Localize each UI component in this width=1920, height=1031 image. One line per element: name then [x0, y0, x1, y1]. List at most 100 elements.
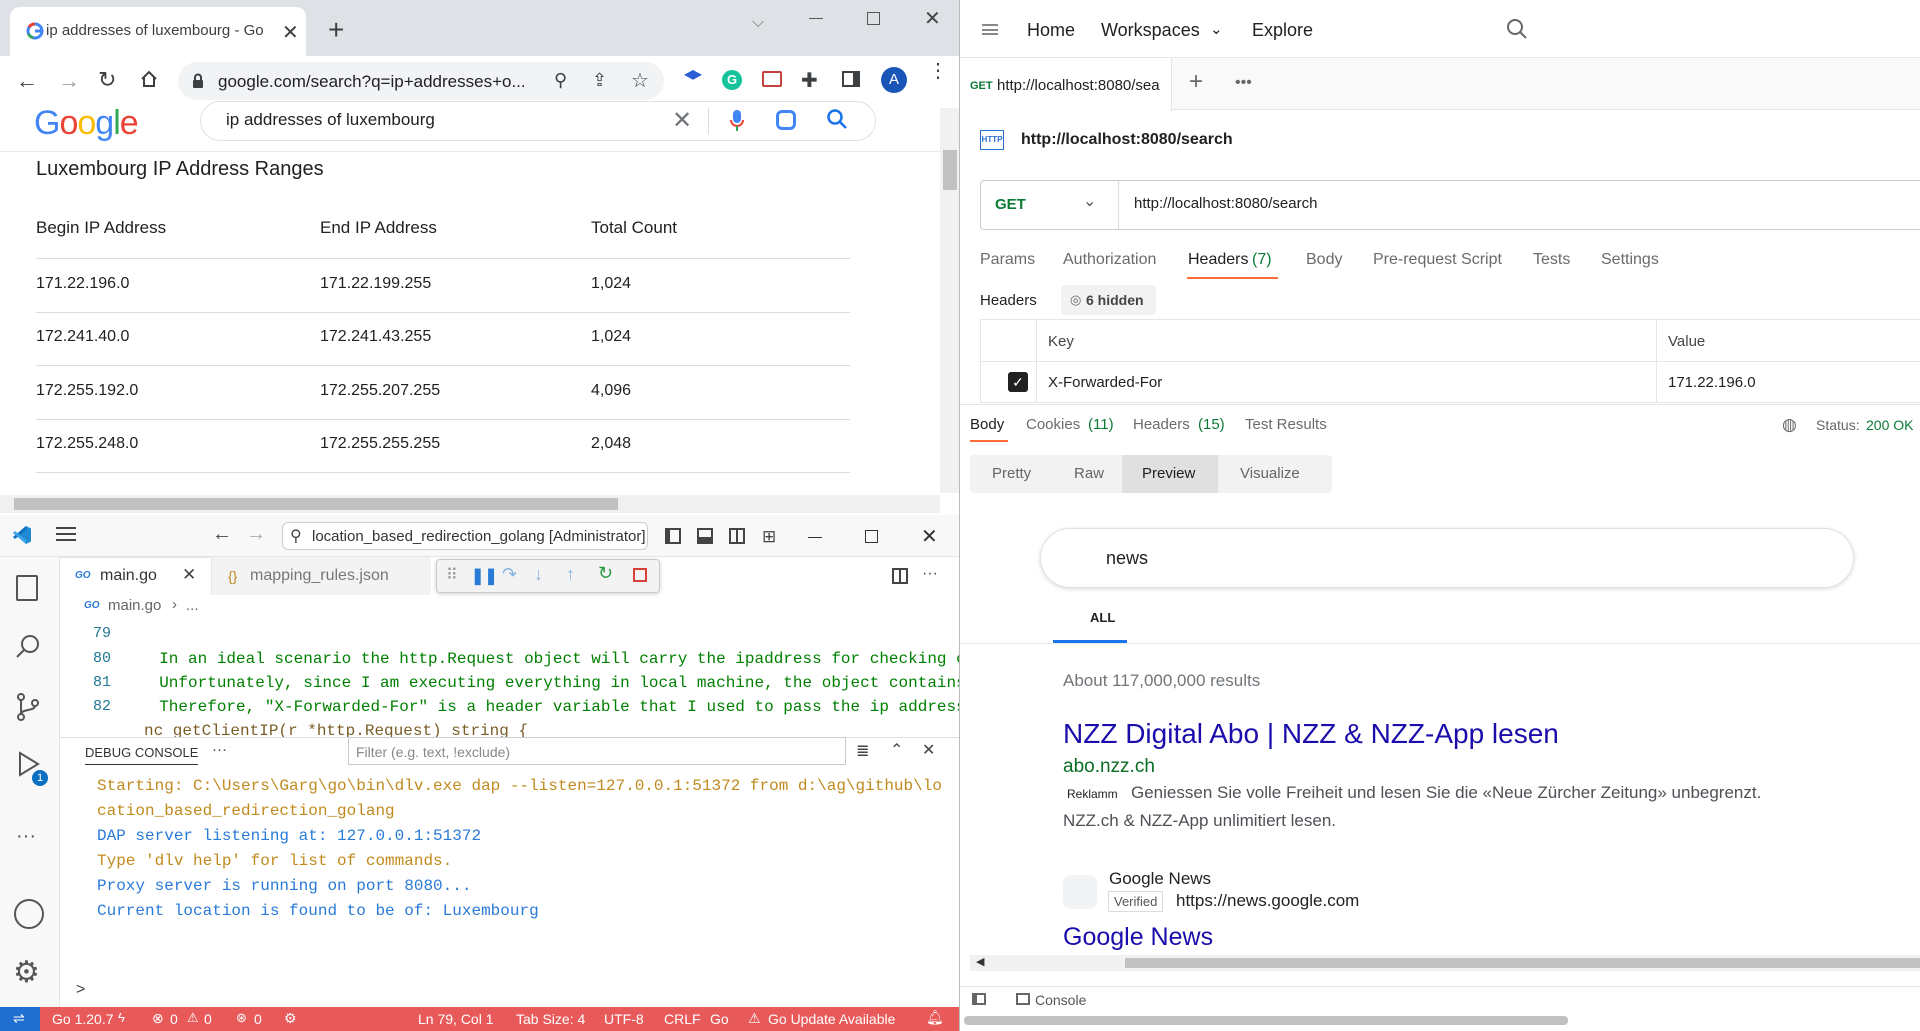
location-icon[interactable]: ⚲: [554, 70, 567, 91]
view-preview[interactable]: Preview: [1142, 465, 1195, 482]
preview-search-box[interactable]: [1040, 528, 1854, 588]
search-icon[interactable]: [1506, 18, 1528, 40]
reload-icon[interactable]: ↻: [98, 67, 116, 93]
resp-tab-body[interactable]: Body: [970, 416, 1004, 433]
clear-console-icon[interactable]: ≣: [856, 741, 869, 761]
tab-options-icon[interactable]: •••: [1235, 74, 1252, 92]
pause-icon[interactable]: ❚❚: [471, 566, 498, 586]
source-control-icon[interactable]: [16, 693, 40, 721]
view-pretty[interactable]: Pretty: [992, 465, 1031, 482]
manage-gear-icon[interactable]: ⚙: [13, 955, 40, 990]
stop-icon[interactable]: [633, 568, 647, 582]
tab-headers[interactable]: Headers: [1188, 251, 1248, 269]
search-icon[interactable]: [14, 633, 42, 661]
go-version[interactable]: Go 1.20.7: [52, 1011, 114, 1027]
new-tab-icon[interactable]: +: [328, 14, 344, 46]
more-views-icon[interactable]: ···: [16, 825, 36, 848]
site-name[interactable]: Google News: [1109, 869, 1211, 889]
cast-icon[interactable]: [762, 71, 782, 87]
toggle-sidebar-icon[interactable]: [665, 528, 681, 544]
side-panel-icon[interactable]: [842, 71, 860, 87]
console-prompt[interactable]: >: [76, 981, 85, 999]
clear-search-icon[interactable]: ✕: [672, 106, 692, 135]
menu-hamburger-icon[interactable]: [56, 527, 76, 541]
explorer-icon[interactable]: [16, 575, 38, 601]
close-panel-icon[interactable]: ✕: [922, 740, 935, 760]
grammarly-icon[interactable]: G: [722, 70, 742, 90]
step-out-icon[interactable]: ↑: [566, 564, 575, 585]
accounts-icon[interactable]: [14, 899, 44, 929]
warning-count[interactable]: 0: [204, 1011, 212, 1027]
tab-search-icon[interactable]: ⌵: [752, 14, 764, 32]
step-into-icon[interactable]: ↓: [534, 564, 543, 585]
language-mode[interactable]: Go: [710, 1011, 729, 1027]
maximize-icon[interactable]: [865, 530, 878, 543]
google-search-input[interactable]: ip addresses of luxembourg: [226, 110, 435, 130]
google-logo[interactable]: Google: [34, 104, 139, 143]
chrome-menu-icon[interactable]: ⋮: [928, 61, 948, 81]
customize-layout-icon[interactable]: ⊞: [762, 527, 776, 547]
close-tab-icon[interactable]: ✕: [182, 565, 196, 585]
lock-icon[interactable]: [192, 73, 204, 89]
result-title[interactable]: Google News: [1063, 923, 1213, 952]
toggle-panel-icon[interactable]: [697, 528, 713, 544]
menu-hamburger-icon[interactable]: [982, 24, 998, 35]
result-url[interactable]: abo.nzz.ch: [1063, 756, 1155, 778]
panel-more-icon[interactable]: ···: [212, 741, 227, 758]
code-area[interactable]: In an ideal scenario the http.Request ob…: [140, 618, 959, 740]
tab-body[interactable]: Body: [1306, 251, 1342, 269]
preview-filter-all[interactable]: ALL: [1090, 610, 1115, 625]
view-raw[interactable]: Raw: [1074, 465, 1104, 482]
debug-status-icon[interactable]: ⚙: [284, 1010, 297, 1027]
extensions-puzzle-icon[interactable]: ✚: [801, 68, 818, 93]
view-visualize[interactable]: Visualize: [1240, 465, 1300, 482]
step-over-icon[interactable]: ↷: [502, 564, 517, 585]
chevron-down-icon[interactable]: ⌄: [1083, 191, 1096, 211]
request-name[interactable]: http://localhost:8080/search: [1021, 131, 1233, 149]
console-label[interactable]: Console: [1035, 992, 1086, 1008]
back-icon[interactable]: ←: [16, 68, 38, 94]
preview-scrollbar-thumb[interactable]: [1125, 958, 1920, 968]
home-icon[interactable]: [140, 70, 158, 88]
resp-tab-cookies[interactable]: Cookies: [1026, 416, 1080, 433]
horizontal-scrollbar-thumb[interactable]: [14, 498, 618, 510]
bottom-scrollbar-thumb[interactable]: [964, 1016, 1568, 1025]
breadcrumb-rest[interactable]: ...: [186, 597, 199, 614]
toggle-sidebar-icon[interactable]: [972, 993, 986, 1005]
header-key[interactable]: X-Forwarded-For: [1048, 374, 1162, 391]
resp-tab-headers[interactable]: Headers: [1133, 416, 1190, 433]
drag-handle-icon[interactable]: ⠿: [446, 565, 458, 585]
bookmark-star-icon[interactable]: ☆: [631, 68, 649, 93]
maximize-panel-icon[interactable]: ⌃: [890, 740, 903, 760]
tab-settings[interactable]: Settings: [1601, 251, 1659, 269]
notifications-bell-icon[interactable]: 🔔︎: [926, 1009, 944, 1026]
update-available[interactable]: Go Update Available: [768, 1011, 895, 1027]
breadcrumb-file[interactable]: main.go: [108, 597, 161, 614]
maximize-icon[interactable]: [867, 12, 880, 25]
header-value[interactable]: 171.22.196.0: [1668, 374, 1756, 391]
globe-network-icon[interactable]: ◍: [1782, 415, 1797, 435]
profile-avatar[interactable]: A: [881, 67, 907, 93]
tab-authorization[interactable]: Authorization: [1063, 251, 1156, 269]
nav-forward-icon[interactable]: →: [246, 523, 266, 546]
preview-search-query[interactable]: news: [1106, 548, 1148, 569]
new-tab-icon[interactable]: +: [1189, 68, 1203, 96]
lens-search-icon[interactable]: [776, 110, 796, 130]
encoding[interactable]: UTF-8: [604, 1011, 644, 1027]
site-url[interactable]: https://news.google.com: [1176, 891, 1359, 911]
nav-explore[interactable]: Explore: [1252, 20, 1313, 41]
tab-pre-request-script[interactable]: Pre-request Script: [1373, 251, 1502, 269]
voice-search-icon[interactable]: [730, 110, 744, 132]
editor-more-icon[interactable]: ···: [922, 565, 938, 583]
minimize-icon[interactable]: [809, 18, 823, 19]
status-value[interactable]: 200 OK: [1866, 417, 1913, 433]
scroll-left-icon[interactable]: ◀: [976, 955, 984, 968]
close-window-icon[interactable]: ✕: [924, 6, 941, 31]
tab-size[interactable]: Tab Size: 4: [516, 1011, 585, 1027]
tab-tests[interactable]: Tests: [1533, 251, 1570, 269]
url-input[interactable]: http://localhost:8080/search: [1134, 195, 1317, 212]
eol[interactable]: CRLF: [664, 1011, 701, 1027]
error-count[interactable]: 0: [170, 1011, 178, 1027]
vertical-scrollbar-thumb[interactable]: [943, 150, 957, 190]
header-enabled-checkbox[interactable]: ✓: [1008, 372, 1028, 392]
